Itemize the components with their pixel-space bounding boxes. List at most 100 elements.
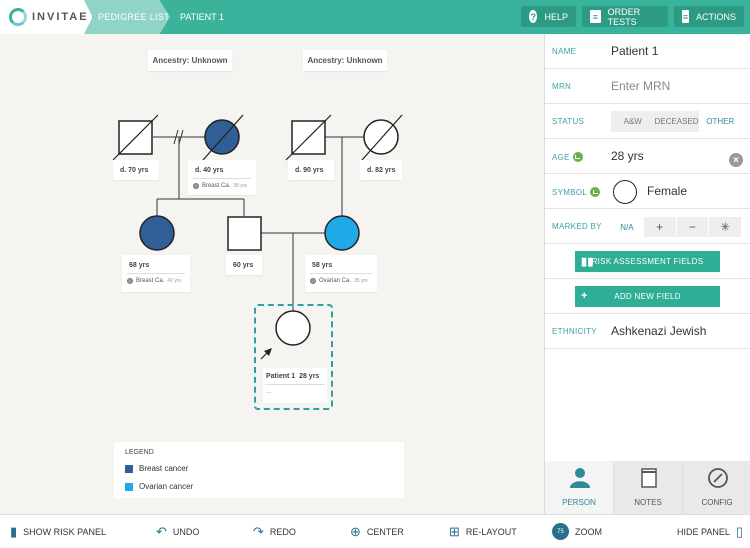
- ethnicity-field[interactable]: Ashkenazi Jewish: [611, 324, 706, 338]
- condition-row: Ovarian Ca. 35 yrs: [310, 278, 368, 284]
- marked-by-option-minus[interactable]: −: [677, 217, 710, 237]
- maternal-grandfather-symbol[interactable]: [285, 114, 332, 161]
- actions-label: ACTIONS: [695, 11, 736, 22]
- legend-swatch: [125, 464, 133, 473]
- mrn-label: MRN: [552, 82, 572, 91]
- breadcrumb-patient[interactable]: PATIENT 1: [164, 0, 234, 34]
- order-tests-button[interactable]: ≡ ORDER TESTS: [582, 6, 668, 27]
- layout-tree-icon: ⊞: [449, 524, 460, 539]
- panel-tabs: PERSON NOTES CONFIG: [545, 461, 750, 514]
- legend: LEGEND Breast cancer Ovarian cancer: [114, 442, 404, 498]
- add-new-field-button[interactable]: + ADD NEW FIELD: [575, 286, 720, 307]
- divider: [310, 273, 372, 274]
- relative-card-maternal-grandmother[interactable]: d. 82 yrs: [360, 160, 402, 180]
- marked-by-option-plus[interactable]: +: [644, 217, 677, 237]
- legend-item-ovarian-cancer: Ovarian cancer: [125, 482, 193, 491]
- legend-item-breast-cancer: Breast cancer: [125, 464, 188, 473]
- pedigree-canvas[interactable]: Ancestry: Unknown Ancestry: Unknown d. 7…: [0, 34, 544, 514]
- mother-symbol[interactable]: [324, 215, 360, 251]
- breadcrumb-pedigree-list[interactable]: PEDIGREE LIST: [84, 0, 170, 34]
- re-layout-button[interactable]: ⊞ RE-LAYOUT: [449, 525, 517, 538]
- female-symbol-icon[interactable]: [613, 180, 637, 204]
- paternal-grandfather-symbol[interactable]: [112, 114, 159, 161]
- relative-card-maternal-grandfather[interactable]: d. 90 yrs: [288, 160, 334, 180]
- top-bar: INVITAE PEDIGREE LIST PATIENT 1 ? HELP ≡…: [0, 0, 750, 34]
- hide-panel-button[interactable]: HIDE PANEL ▯: [677, 525, 743, 538]
- person-panel: NAME Patient 1 MRN Enter MRN STATUS A&W …: [544, 34, 750, 514]
- symbol-value: Female: [647, 184, 688, 198]
- patient-card[interactable]: Patient 1 28 yrs ...: [263, 368, 327, 403]
- symbol-row[interactable]: SYMBOL Female: [545, 174, 750, 209]
- symbol-label: SYMBOL: [552, 187, 601, 197]
- condition-row: Breast Ca. 42 yrs: [127, 278, 181, 284]
- condition-icon: [310, 278, 316, 284]
- tab-notes[interactable]: NOTES: [613, 461, 682, 514]
- clipboard-icon: ≡: [590, 10, 601, 23]
- marked-by-selector: N/A + − ✳: [611, 217, 742, 237]
- aunt-symbol[interactable]: [139, 215, 175, 251]
- marked-by-option-asterisk[interactable]: ✳: [709, 217, 742, 237]
- condition-icon: [127, 278, 133, 284]
- status-option-other[interactable]: OTHER: [698, 111, 743, 132]
- plus-icon: +: [581, 290, 588, 302]
- redo-button[interactable]: ↷ REDO: [253, 525, 296, 538]
- logo-text: INVITAE: [32, 11, 89, 23]
- bar-chart-icon: ▮: [10, 524, 18, 539]
- mrn-row[interactable]: MRN Enter MRN: [545, 69, 750, 104]
- patient-card-title: Patient 1 28 yrs: [266, 373, 320, 380]
- logo[interactable]: INVITAE: [0, 0, 92, 34]
- relative-card-paternal-grandmother[interactable]: d. 40 yrs Breast Ca. 38 yrs: [188, 160, 256, 195]
- paternal-grandmother-symbol[interactable]: [202, 114, 244, 161]
- tab-config[interactable]: CONFIG: [682, 461, 750, 514]
- status-row: STATUS A&W DECEASED OTHER: [545, 104, 750, 139]
- condition-row: Breast Ca. 38 yrs: [193, 183, 247, 189]
- redo-icon: ↷: [253, 524, 264, 539]
- status-selector: A&W DECEASED OTHER: [611, 111, 743, 132]
- relative-card-aunt[interactable]: 68 yrs Breast Ca. 42 yrs: [122, 255, 190, 292]
- invitae-logo-icon: [9, 8, 27, 26]
- marked-by-row: MARKED BY N/A + − ✳: [545, 209, 750, 244]
- panel-toggle-icon: ▯: [735, 524, 744, 539]
- father-symbol[interactable]: [227, 216, 262, 251]
- tab-person[interactable]: PERSON: [545, 461, 613, 514]
- order-tests-label: ORDER TESTS: [607, 6, 641, 27]
- person-icon: [570, 468, 590, 488]
- name-label: NAME: [552, 47, 577, 56]
- clear-icon[interactable]: ×: [729, 153, 743, 167]
- status-option-aw[interactable]: A&W: [611, 111, 655, 132]
- risk-assessment-row: ▮▮ RISK ASSESSMENT FIELDS: [545, 244, 750, 279]
- undo-button[interactable]: ↶ UNDO: [156, 525, 199, 538]
- divider: [193, 178, 251, 179]
- relative-card-paternal-grandfather[interactable]: d. 70 yrs: [113, 160, 159, 180]
- age-row[interactable]: AGE 28 yrs ×: [545, 139, 750, 174]
- notes-icon: [641, 468, 657, 488]
- help-label: HELP: [544, 11, 568, 22]
- show-risk-panel-button[interactable]: ▮ SHOW RISK PANEL: [10, 525, 106, 538]
- name-row[interactable]: NAME Patient 1: [545, 34, 750, 69]
- maternal-grandmother-symbol[interactable]: [361, 114, 403, 161]
- center-button[interactable]: ⊕ CENTER: [350, 525, 404, 538]
- legend-title: LEGEND: [125, 449, 154, 456]
- mrn-field[interactable]: Enter MRN: [611, 79, 670, 93]
- condition-icon: [193, 183, 199, 189]
- menu-icon: ≡: [682, 10, 689, 23]
- chart-badge-icon: [590, 187, 601, 197]
- undo-icon: ↶: [156, 524, 167, 539]
- compass-icon: [708, 468, 728, 488]
- relative-card-father[interactable]: 60 yrs: [226, 255, 262, 275]
- ethnicity-row[interactable]: ETHNICITY Ashkenazi Jewish: [545, 314, 750, 349]
- relative-card-mother[interactable]: 58 yrs Ovarian Ca. 35 yrs: [305, 255, 377, 292]
- name-field[interactable]: Patient 1: [611, 44, 658, 58]
- breadcrumb-label: PATIENT 1: [180, 12, 225, 22]
- risk-assessment-fields-button[interactable]: ▮▮ RISK ASSESSMENT FIELDS: [575, 251, 720, 272]
- zoom-control[interactable]: 75 ZOOM: [552, 523, 602, 540]
- help-button[interactable]: ? HELP: [521, 6, 576, 27]
- age-field[interactable]: 28 yrs: [611, 149, 644, 163]
- divider: [265, 384, 325, 385]
- marked-by-option-na[interactable]: N/A: [611, 217, 644, 237]
- status-option-deceased[interactable]: DECEASED: [655, 111, 699, 132]
- patient-card-more: ...: [266, 388, 272, 395]
- actions-button[interactable]: ≡ ACTIONS: [674, 6, 744, 27]
- legend-swatch: [125, 482, 133, 491]
- age-label: AGE: [552, 152, 583, 162]
